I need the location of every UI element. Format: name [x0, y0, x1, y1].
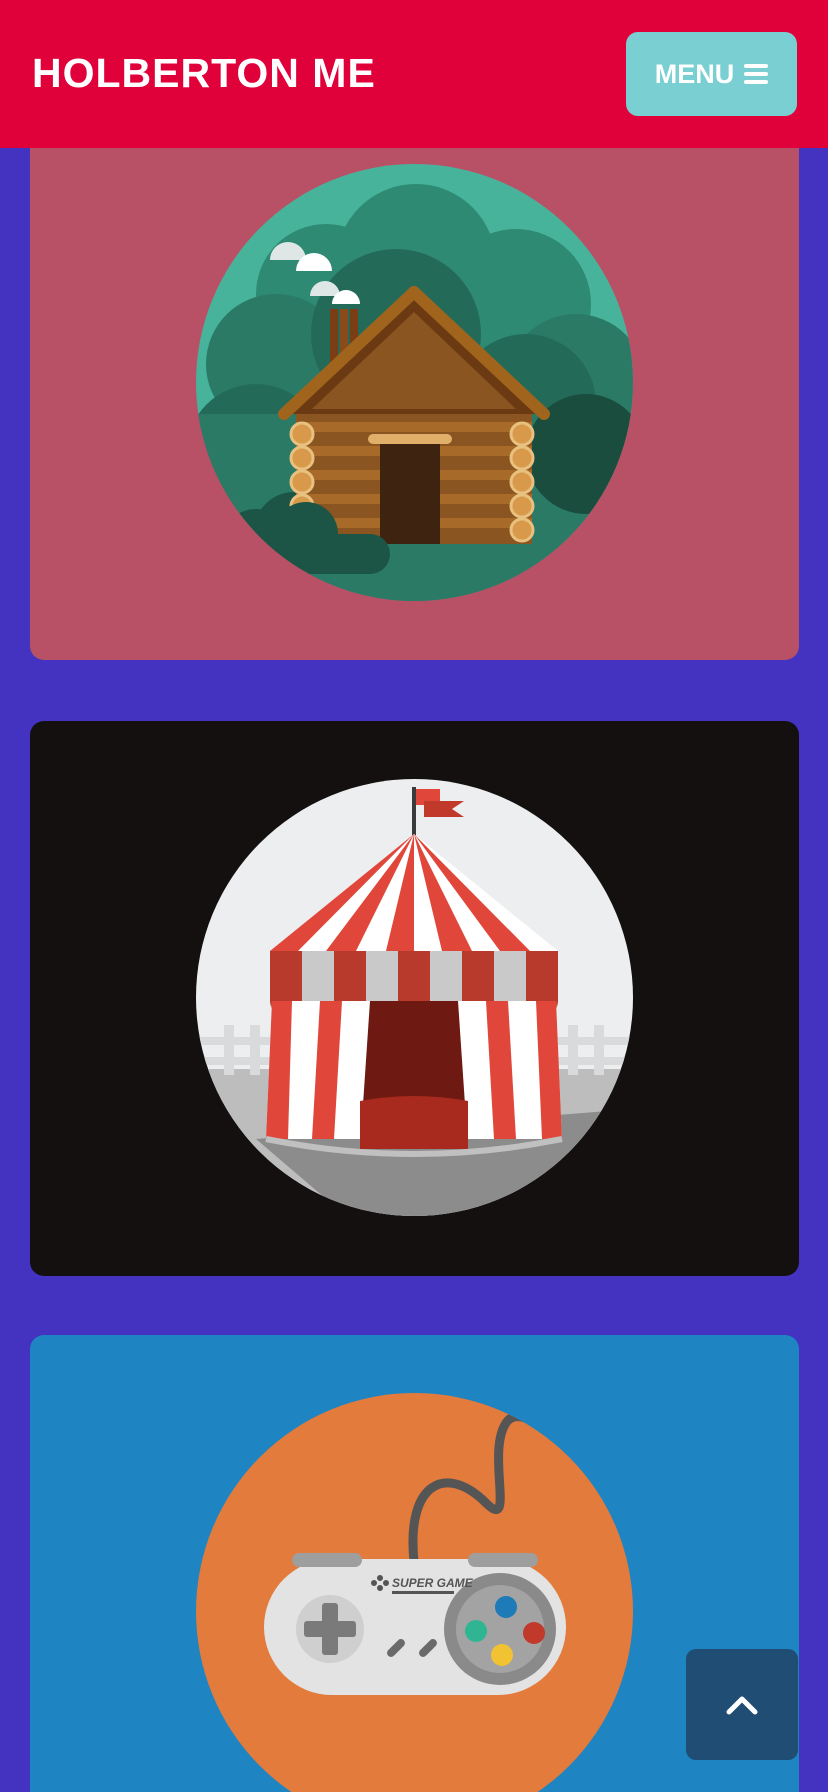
menu-button-label: MENU: [654, 58, 735, 89]
menu-button[interactable]: MENU: [626, 32, 797, 116]
scroll-to-top-button[interactable]: [686, 1649, 798, 1760]
game-controller-illustration: SUPER GAME: [196, 1393, 633, 1792]
portfolio-card-cabin[interactable]: [30, 100, 799, 660]
portfolio-card-circus[interactable]: [30, 721, 799, 1276]
circus-tent-illustration: [196, 779, 633, 1216]
site-header: HOLBERTON ME MENU: [0, 0, 828, 148]
portfolio-card-game[interactable]: SUPER GAME: [30, 1335, 799, 1792]
controller-label: SUPER GAME: [392, 1576, 474, 1590]
hamburger-icon: [744, 64, 769, 84]
chevron-up-icon: [726, 1696, 758, 1714]
log-cabin-illustration: [196, 164, 633, 601]
brand-title[interactable]: HOLBERTON ME: [32, 46, 376, 100]
